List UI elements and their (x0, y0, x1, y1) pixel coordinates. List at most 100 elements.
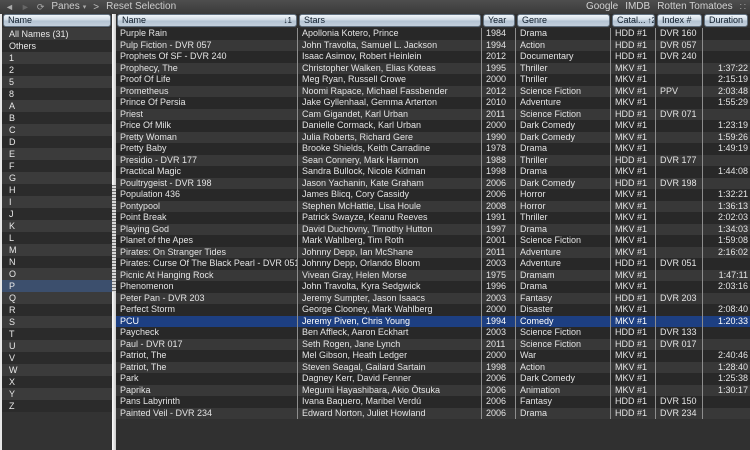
table-row[interactable]: Population 436 James Blicq, Cory Cassidy… (116, 189, 750, 201)
sidebar-item-q[interactable]: Q (2, 292, 112, 304)
table-row[interactable]: Proof Of Life Meg Ryan, Russell Crowe 20… (116, 74, 750, 86)
back-icon[interactable]: ◄ (5, 0, 14, 14)
sidebar-item-n[interactable]: N (2, 256, 112, 268)
sidebar-item-d[interactable]: D (2, 136, 112, 148)
sidebar-item-all-names-31[interactable]: All Names (31) (2, 28, 112, 40)
pane-divider[interactable] (112, 14, 116, 450)
sidebar-item-t[interactable]: T (2, 328, 112, 340)
sidebar-item-others[interactable]: Others (2, 40, 112, 52)
sidebar-item-z[interactable]: Z (2, 400, 112, 412)
sidebar-item-p[interactable]: P (2, 280, 112, 292)
table-row[interactable]: Priest Cam Gigandet, Karl Urban 2011 Sci… (116, 109, 750, 121)
cell-stars: Johnny Depp, Orlando Bloom (298, 258, 482, 270)
table-row[interactable]: Playing God David Duchovny, Timothy Hutt… (116, 224, 750, 236)
sidebar-item-v[interactable]: V (2, 352, 112, 364)
sidebar-item-w[interactable]: W (2, 364, 112, 376)
forward-icon[interactable]: ► (21, 0, 30, 14)
sidebar-item-u[interactable]: U (2, 340, 112, 352)
imdb-link[interactable]: IMDB (625, 0, 650, 14)
cell-year: 2012 (482, 86, 516, 98)
scrollbar-thumb[interactable] (112, 185, 116, 292)
column-header-year[interactable]: Year (482, 14, 516, 28)
sidebar-item-i[interactable]: I (2, 196, 112, 208)
reset-selection-button[interactable]: Reset Selection (106, 0, 176, 14)
sidebar-item-g[interactable]: G (2, 172, 112, 184)
sidebar-item-o[interactable]: O (2, 268, 112, 280)
sidebar-item-h[interactable]: H (2, 184, 112, 196)
table-row[interactable]: Paycheck Ben Affleck, Aaron Eckhart 2003… (116, 327, 750, 339)
refresh-icon[interactable]: ⟳ (37, 0, 45, 14)
sidebar-item-l[interactable]: L (2, 232, 112, 244)
sidebar-item-s[interactable]: S (2, 316, 112, 328)
column-header-name[interactable]: Name↓1 (116, 14, 298, 28)
sidebar-item-x[interactable]: X (2, 376, 112, 388)
table-row[interactable]: Prometheus Noomi Rapace, Michael Fassben… (116, 86, 750, 98)
sidebar-item-a[interactable]: A (2, 100, 112, 112)
sidebar-item-8[interactable]: 8 (2, 88, 112, 100)
table-row[interactable]: Patriot, The Mel Gibson, Heath Ledger 20… (116, 350, 750, 362)
table-row[interactable]: Practical Magic Sandra Bullock, Nicole K… (116, 166, 750, 178)
sidebar-item-y[interactable]: Y (2, 388, 112, 400)
column-header-catalog[interactable]: Catal...↑2 (611, 14, 656, 28)
table-row[interactable]: Prophecy, The Christopher Walken, Elias … (116, 63, 750, 75)
sidebar-item-2[interactable]: 2 (2, 64, 112, 76)
sidebar-item-k[interactable]: K (2, 220, 112, 232)
table-row[interactable]: Park Dagney Kerr, David Fenner 2006 Dark… (116, 373, 750, 385)
table-row[interactable]: Poultrygeist - DVR 198 Jason Yachanin, K… (116, 178, 750, 190)
rotten-tomatoes-link[interactable]: Rotten Tomatoes (657, 0, 732, 14)
sidebar-item-f[interactable]: F (2, 160, 112, 172)
cell-year: 2001 (482, 235, 516, 247)
table-row[interactable]: Prince Of Persia Jake Gyllenhaal, Gemma … (116, 97, 750, 109)
sidebar-item-c[interactable]: C (2, 124, 112, 136)
sidebar-list: All Names (31)Others1258ABCDEFGHIJKLMNOP… (2, 28, 112, 450)
cell-genre: Dark Comedy (516, 120, 611, 132)
sidebar-item-1[interactable]: 1 (2, 52, 112, 64)
panes-menu-button[interactable]: Panes▾ (51, 0, 86, 15)
table-row[interactable]: Paprika Megumi Hayashibara, Akio Ōtsuka … (116, 385, 750, 397)
sidebar-item-m[interactable]: M (2, 244, 112, 256)
column-header-duration[interactable]: Duration (703, 14, 750, 28)
cell-name: Practical Magic (116, 166, 298, 178)
table-row[interactable]: Painted Veil - DVR 234 Edward Norton, Ju… (116, 408, 750, 420)
grid-icon[interactable]: ∷ (740, 2, 745, 13)
table-row[interactable]: Picnic At Hanging Rock Vivean Gray, Hele… (116, 270, 750, 282)
table-row[interactable]: Prophets Of SF - DVR 240 Isaac Asimov, R… (116, 51, 750, 63)
table-row[interactable]: Price Of Milk Danielle Cormack, Karl Urb… (116, 120, 750, 132)
cell-index (656, 74, 703, 86)
cell-year: 1998 (482, 166, 516, 178)
cell-catalog: HDD #1 (611, 40, 656, 52)
table-row[interactable]: Pirates: On Stranger Tides Johnny Depp, … (116, 247, 750, 259)
sidebar-item-r[interactable]: R (2, 304, 112, 316)
sidebar-item-j[interactable]: J (2, 208, 112, 220)
google-link[interactable]: Google (586, 0, 618, 14)
table-row[interactable]: Pulp Fiction - DVR 057 John Travolta, Sa… (116, 40, 750, 52)
sidebar-header[interactable]: Name (2, 14, 112, 28)
sidebar-item-e[interactable]: E (2, 148, 112, 160)
table-row[interactable]: Peter Pan - DVR 203 Jeremy Sumpter, Jaso… (116, 293, 750, 305)
table-row[interactable]: Patriot, The Steven Seagal, Gailard Sart… (116, 362, 750, 374)
cell-index (656, 316, 703, 328)
table-row[interactable]: Pretty Baby Brooke Shields, Keith Carrad… (116, 143, 750, 155)
column-header-stars[interactable]: Stars (298, 14, 482, 28)
column-header-genre[interactable]: Genre (516, 14, 611, 28)
cell-catalog: MKV #1 (611, 235, 656, 247)
table-row[interactable]: Planet of the Apes Mark Wahlberg, Tim Ro… (116, 235, 750, 247)
table-row[interactable]: Phenomenon John Travolta, Kyra Sedgwick … (116, 281, 750, 293)
cell-year: 2003 (482, 327, 516, 339)
cell-catalog: HDD #1 (611, 28, 656, 40)
column-header-index[interactable]: Index # (656, 14, 703, 28)
cell-stars: Mark Wahlberg, Tim Roth (298, 235, 482, 247)
table-row[interactable]: Pans Labyrinth Ivana Baquero, Maribel Ve… (116, 396, 750, 408)
table-row[interactable]: Pretty Woman Julia Roberts, Richard Gere… (116, 132, 750, 144)
table-row[interactable]: Pontypool Stephen McHattie, Lisa Houle 2… (116, 201, 750, 213)
table-row[interactable]: Presidio - DVR 177 Sean Connery, Mark Ha… (116, 155, 750, 167)
table-row[interactable]: Perfect Storm George Clooney, Mark Wahlb… (116, 304, 750, 316)
table-row[interactable]: Point Break Patrick Swayze, Keanu Reeves… (116, 212, 750, 224)
sidebar-item-b[interactable]: B (2, 112, 112, 124)
table-row[interactable]: Pirates: Curse Of The Black Pearl - DVR … (116, 258, 750, 270)
table-row[interactable]: Paul - DVR 017 Seth Rogen, Jane Lynch 20… (116, 339, 750, 351)
cell-stars: Ben Affleck, Aaron Eckhart (298, 327, 482, 339)
sidebar-item-5[interactable]: 5 (2, 76, 112, 88)
table-row[interactable]: Purple Rain Apollonia Kotero, Prince 198… (116, 28, 750, 40)
table-row[interactable]: PCU Jeremy Piven, Chris Young 1994 Comed… (116, 316, 750, 328)
